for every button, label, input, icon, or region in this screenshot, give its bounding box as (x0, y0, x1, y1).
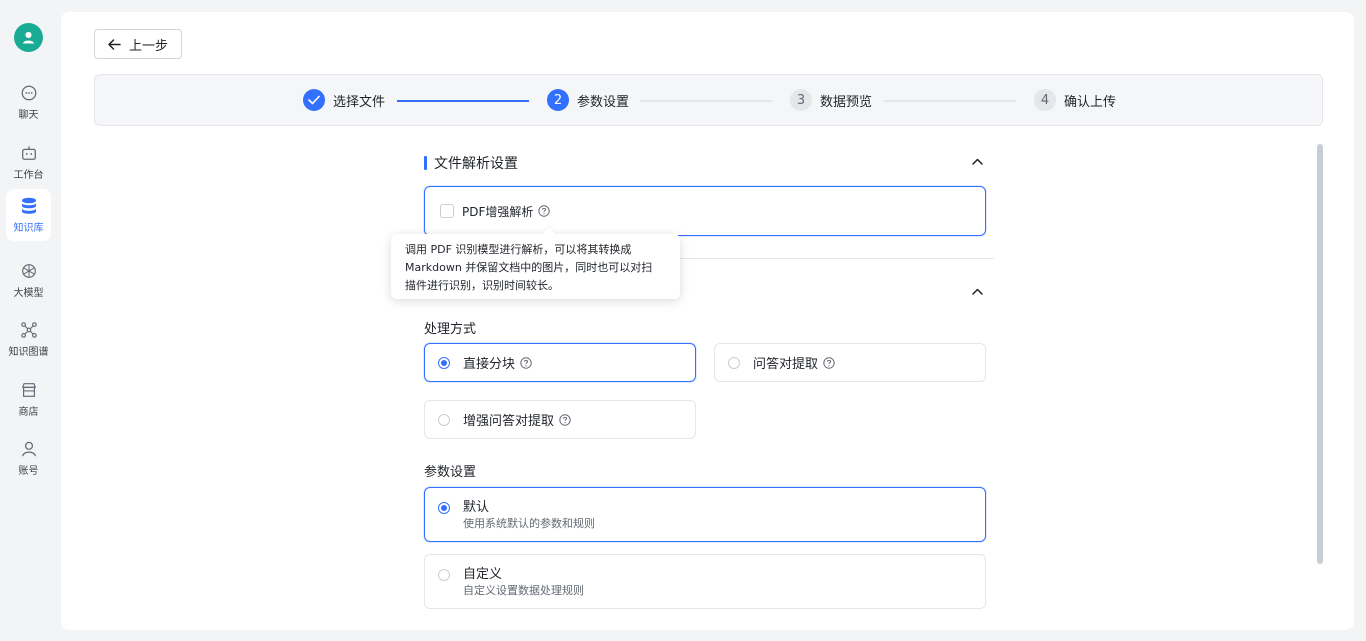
radio-button[interactable] (438, 502, 450, 514)
params-option-text: 默认 使用系统默认的参数和规则 (463, 500, 595, 532)
pdf-enhance-option[interactable]: PDF增强解析 (424, 186, 986, 236)
main-panel: 上一步 选择文件 2 参数设置 3 数据预览 4 确认上传 文件解析设置 PDF… (61, 12, 1354, 630)
user-icon (19, 439, 39, 459)
sidebar-item-models[interactable]: 大模型 (6, 254, 51, 306)
section-accent-bar (424, 156, 427, 170)
pdf-enhance-label: PDF增强解析 (462, 204, 534, 219)
tooltip-line: 调用 PDF 识别模型进行解析，可以将其转换成 (405, 243, 632, 256)
pdf-enhance-tooltip: 调用 PDF 识别模型进行解析，可以将其转换成 Markdown 并保留文档中的… (391, 226, 680, 299)
radio-button[interactable] (438, 356, 450, 369)
params-option-title: 自定义 (463, 567, 503, 582)
sidebar-item-chat[interactable]: 聊天 (6, 76, 51, 128)
tooltip-line: Markdown 并保留文档中的图片，同时也可以对扫 (405, 261, 653, 274)
chevron-up-icon[interactable] (970, 284, 984, 298)
chevron-up-icon[interactable] (970, 154, 984, 168)
params-option-title: 默认 (463, 500, 490, 515)
section-title-file-parse: 文件解析设置 (424, 153, 518, 173)
steps-bar: 选择文件 2 参数设置 3 数据预览 4 确认上传 (94, 74, 1323, 126)
sidebar-item-label: 知识图谱 (8, 347, 49, 358)
chat-icon (19, 83, 39, 103)
processing-method-label: 处理方式 (424, 322, 477, 337)
params-option-desc: 使用系统默认的参数和规则 (463, 517, 595, 530)
database-icon (19, 196, 39, 216)
step-number: 4 (1034, 89, 1056, 111)
sidebar-item-workbench[interactable]: 工作台 (6, 136, 51, 188)
step-label: 选择文件 (333, 94, 386, 110)
avatar[interactable] (14, 23, 43, 52)
sidebar-item-store[interactable]: 商店 (6, 373, 51, 425)
step-label: 确认上传 (1064, 94, 1117, 110)
user-avatar-icon (22, 31, 35, 44)
section-title-text: 文件解析设置 (434, 156, 518, 172)
params-option-text: 自定义 自定义设置数据处理规则 (463, 567, 584, 599)
sidebar-item-label: 大模型 (13, 288, 44, 299)
help-icon[interactable] (559, 413, 571, 426)
sidebar: 聊天 工作台 知识库 大模型 知识图谱 商店 账号 (0, 0, 57, 641)
step-connector (397, 100, 529, 102)
help-icon[interactable] (520, 356, 532, 369)
model-icon (19, 261, 39, 281)
method-label: 增强问答对提取 (463, 414, 555, 429)
scrollbar[interactable] (1317, 144, 1323, 564)
step-connector (640, 100, 772, 102)
sidebar-item-knowledge-graph[interactable]: 知识图谱 (6, 313, 51, 365)
method-direct-chunk[interactable]: 直接分块 (424, 343, 696, 382)
step-label: 参数设置 (577, 94, 630, 110)
step-parameters: 2 参数设置 (547, 89, 629, 111)
sidebar-item-label: 知识库 (13, 223, 44, 234)
graph-icon (19, 320, 39, 340)
radio-button[interactable] (438, 569, 450, 581)
sidebar-item-label: 工作台 (13, 170, 44, 181)
tooltip-line: 描件进行识别，识别时间较长。 (405, 279, 559, 292)
radio-button[interactable] (438, 413, 450, 426)
sidebar-item-label: 聊天 (18, 110, 39, 121)
sidebar-item-label: 账号 (18, 466, 39, 477)
method-enhanced-qa-extract[interactable]: 增强问答对提取 (424, 400, 696, 439)
sidebar-item-account[interactable]: 账号 (6, 432, 51, 484)
step-connector (884, 100, 1016, 102)
method-label: 问答对提取 (753, 357, 819, 372)
back-button[interactable]: 上一步 (94, 29, 182, 59)
step-data-preview: 3 数据预览 (790, 89, 872, 111)
radio-button[interactable] (728, 356, 740, 369)
method-label: 直接分块 (463, 357, 516, 372)
params-default[interactable]: 默认 使用系统默认的参数和规则 (424, 487, 986, 542)
help-icon[interactable] (538, 205, 551, 217)
params-label: 参数设置 (424, 465, 477, 480)
pdf-enhance-checkbox[interactable] (440, 204, 454, 218)
params-option-desc: 自定义设置数据处理规则 (463, 584, 584, 597)
params-custom[interactable]: 自定义 自定义设置数据处理规则 (424, 554, 986, 609)
method-qa-extract[interactable]: 问答对提取 (714, 343, 986, 382)
store-icon (19, 380, 39, 400)
step-select-file: 选择文件 (303, 89, 385, 111)
sidebar-item-knowledge-base[interactable]: 知识库 (6, 189, 51, 241)
sidebar-item-label: 商店 (18, 407, 39, 418)
step-confirm-upload: 4 确认上传 (1034, 89, 1116, 111)
back-button-label: 上一步 (128, 38, 168, 54)
arrow-left-icon (108, 38, 121, 50)
help-icon[interactable] (823, 356, 835, 369)
robot-icon (19, 143, 39, 163)
step-number: 3 (790, 89, 812, 111)
step-label: 数据预览 (820, 94, 873, 110)
check-icon (303, 89, 325, 111)
step-number: 2 (547, 89, 569, 111)
